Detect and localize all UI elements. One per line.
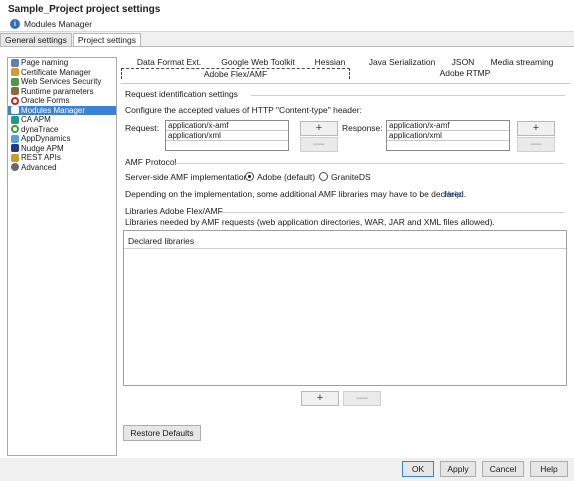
tab-hessian[interactable]: Hessian bbox=[311, 57, 349, 68]
title-bar: Sample_Project project settings i Module… bbox=[0, 0, 574, 32]
tab-adobe-rtmp[interactable]: Adobe RTMP bbox=[421, 68, 509, 79]
list-item[interactable]: application/x-amf bbox=[387, 121, 509, 131]
response-label: Response: bbox=[342, 123, 383, 133]
info-icon: i bbox=[10, 19, 20, 29]
nudge-icon bbox=[11, 144, 19, 153]
window-subtitle: Modules Manager bbox=[24, 19, 93, 29]
list-item[interactable]: application/x-amf bbox=[166, 121, 288, 131]
sidebar-item-label: REST APIs bbox=[21, 153, 61, 163]
sidebar-item-label: AppDynamics bbox=[21, 134, 71, 144]
runtime-icon bbox=[11, 87, 19, 96]
sidebar-item-label: dynaTrace bbox=[21, 124, 59, 134]
libraries-divider bbox=[219, 212, 565, 213]
sidebar-item-advanced[interactable]: Advanced bbox=[8, 163, 116, 173]
declared-libraries-list[interactable]: Declared libraries bbox=[123, 230, 567, 386]
list-item[interactable]: application/xml bbox=[166, 131, 288, 141]
sidebar-item-label: Certificate Manager bbox=[21, 67, 91, 77]
settings-tabs: General settings Project settings bbox=[0, 33, 142, 47]
cancel-button[interactable]: Cancel bbox=[482, 461, 524, 477]
sidebar-item-label: Page naming bbox=[21, 58, 69, 68]
tab-separator bbox=[121, 83, 570, 84]
amf-libraries-note: Depending on the implementation, some ad… bbox=[125, 189, 467, 199]
amf-implementation-label: Server-side AMF implementation: bbox=[125, 172, 251, 182]
protocol-tabs: Data Format Ext. Google Web Toolkit Hess… bbox=[121, 57, 570, 87]
sidebar-item-modules-manager[interactable]: Modules Manager bbox=[8, 105, 116, 115]
sidebar-item-dynatrace[interactable]: dynaTrace bbox=[8, 125, 116, 135]
content-type-description: Configure the accepted values of HTTP "C… bbox=[125, 105, 362, 115]
sidebar-item-label: Runtime parameters bbox=[21, 86, 94, 96]
sidebar-item-oracle-forms[interactable]: Oracle Forms bbox=[8, 96, 116, 106]
tab-java-serialization[interactable]: Java Serialization bbox=[365, 57, 439, 68]
sidebar-item-ca-apm[interactable]: CA APM bbox=[8, 115, 116, 125]
tab-data-format-ext[interactable]: Data Format Ext. bbox=[133, 57, 205, 68]
remove-request-type-button[interactable]: — bbox=[300, 137, 338, 152]
adobe-option-label[interactable]: Adobe (default) bbox=[257, 172, 315, 182]
graniteds-option-label[interactable]: GraniteDS bbox=[331, 172, 371, 182]
adobe-radio[interactable] bbox=[245, 172, 254, 181]
declared-libraries-header-divider bbox=[124, 248, 566, 249]
appdynamics-icon bbox=[11, 134, 19, 143]
window-subtitle-row: i Modules Manager bbox=[10, 18, 92, 30]
sidebar-item-rest-apis[interactable]: REST APIs bbox=[8, 153, 116, 163]
oracle-icon bbox=[11, 96, 19, 105]
request-content-types-list[interactable]: application/x-amf application/xml bbox=[165, 120, 289, 151]
modules-icon bbox=[11, 106, 19, 115]
libraries-description: Libraries needed by AMF requests (web ap… bbox=[125, 217, 495, 227]
certificate-icon bbox=[11, 68, 19, 77]
sidebar-item-label: Web Services Security bbox=[21, 77, 102, 87]
amf-protocol-divider bbox=[175, 163, 565, 164]
ca-apm-icon bbox=[11, 115, 19, 124]
help-button[interactable]: Help bbox=[530, 461, 568, 477]
modules-manager-content: Data Format Ext. Google Web Toolkit Hess… bbox=[121, 52, 570, 458]
sidebar-item-web-services-security[interactable]: Web Services Security bbox=[8, 77, 116, 87]
window-title: Sample_Project project settings bbox=[8, 4, 161, 15]
sidebar-item-page-naming[interactable]: Page naming bbox=[8, 58, 116, 68]
graniteds-radio[interactable] bbox=[319, 172, 328, 181]
advanced-gear-icon bbox=[11, 163, 19, 172]
sidebar-item-label: Oracle Forms bbox=[21, 96, 70, 106]
tab-project-settings[interactable]: Project settings bbox=[72, 33, 142, 47]
tab-google-web-toolkit[interactable]: Google Web Toolkit bbox=[217, 57, 299, 68]
main-panel: Page naming Certificate Manager Web Serv… bbox=[0, 46, 574, 458]
sidebar-item-label: Modules Manager bbox=[21, 105, 86, 115]
sidebar-item-label: Nudge APM bbox=[21, 143, 64, 153]
add-response-type-button[interactable]: + bbox=[517, 121, 555, 136]
amf-protocol-title: AMF Protocol bbox=[125, 157, 177, 167]
sidebar-item-label: Advanced bbox=[21, 162, 57, 172]
response-content-types-list[interactable]: application/x-amf application/xml bbox=[386, 120, 510, 151]
list-item[interactable]: application/xml bbox=[387, 131, 509, 141]
sidebar-item-runtime-parameters[interactable]: Runtime parameters bbox=[8, 87, 116, 97]
declared-libraries-header: Declared libraries bbox=[128, 236, 195, 246]
remove-response-type-button[interactable]: — bbox=[517, 137, 555, 152]
request-label: Request: bbox=[125, 123, 160, 133]
sidebar-item-certificate-manager[interactable]: Certificate Manager bbox=[8, 68, 116, 78]
ok-button[interactable]: OK bbox=[402, 461, 434, 477]
dynatrace-icon bbox=[11, 125, 19, 134]
sidebar-item-nudge-apm[interactable]: Nudge APM bbox=[8, 144, 116, 154]
add-library-button[interactable]: + bbox=[301, 391, 339, 406]
tab-general-settings[interactable]: General settings bbox=[0, 33, 72, 46]
restore-defaults-button[interactable]: Restore Defaults bbox=[123, 425, 201, 441]
web-services-icon bbox=[11, 77, 19, 86]
apply-button[interactable]: Apply bbox=[440, 461, 476, 477]
rest-icon bbox=[11, 153, 19, 162]
page-naming-icon bbox=[11, 58, 19, 67]
remove-library-button[interactable]: — bbox=[343, 391, 381, 406]
add-request-type-button[interactable]: + bbox=[300, 121, 338, 136]
tab-media-streaming[interactable]: Media streaming bbox=[484, 57, 560, 68]
libraries-title: Libraries Adobe Flex/AMF bbox=[125, 206, 223, 216]
tab-json[interactable]: JSON bbox=[451, 57, 475, 68]
sidebar-item-label: CA APM bbox=[21, 115, 51, 125]
request-settings-title: Request identification settings bbox=[125, 89, 238, 99]
help-link[interactable]: Help bbox=[444, 189, 461, 199]
sidebar-item-appdynamics[interactable]: AppDynamics bbox=[8, 134, 116, 144]
settings-sidebar: Page naming Certificate Manager Web Serv… bbox=[7, 57, 117, 456]
tab-adobe-flex-amf[interactable]: Adobe Flex/AMF bbox=[121, 68, 350, 79]
request-settings-divider bbox=[251, 95, 565, 96]
